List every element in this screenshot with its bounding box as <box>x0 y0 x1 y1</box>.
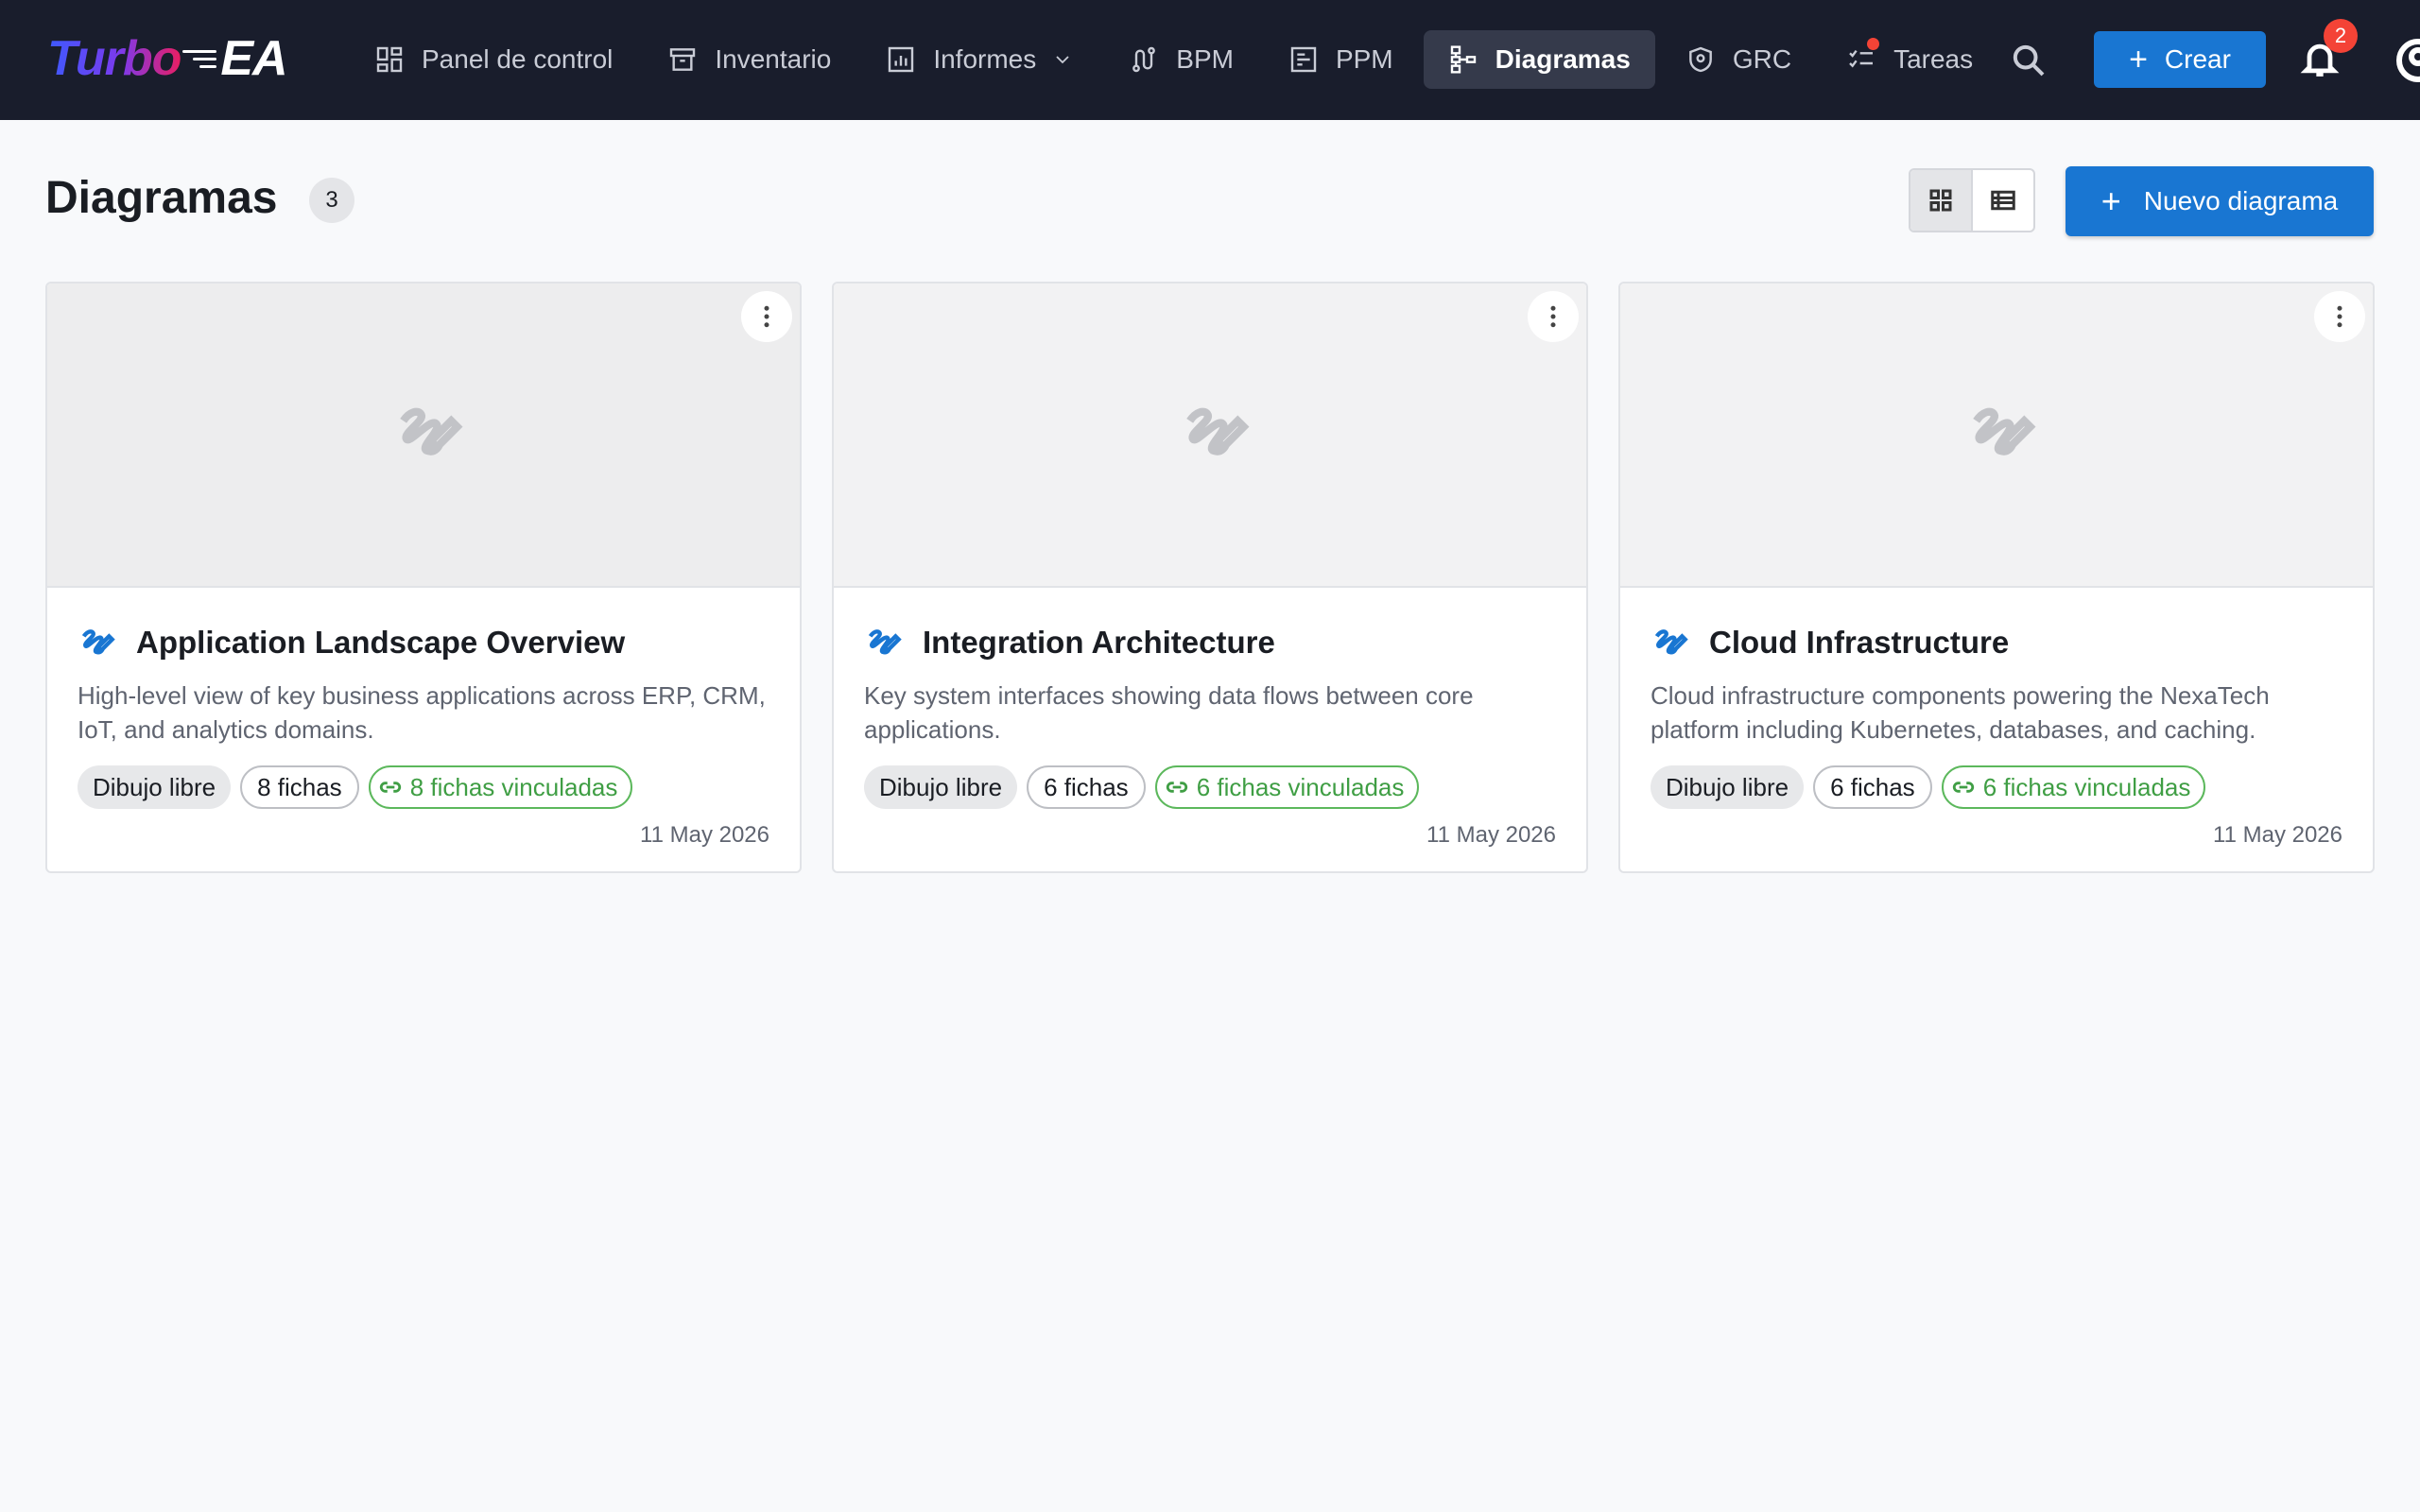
cards-count-chip: 6 fichas <box>1813 765 1932 809</box>
diagram-type-chip: Dibujo libre <box>864 765 1018 809</box>
notification-dot <box>1867 38 1880 50</box>
linked-cards-label: 6 fichas vinculadas <box>1982 772 2191 801</box>
top-navigation-bar: Turbo EA Panel de control Inventario Inf… <box>0 0 2420 120</box>
linked-cards-label: 6 fichas vinculadas <box>1196 772 1405 801</box>
view-mode-toggle <box>1909 168 2035 232</box>
linked-cards-chip: 6 fichas vinculadas <box>1941 765 2206 809</box>
linked-cards-chip: 6 fichas vinculadas <box>1154 765 1420 809</box>
diagram-thumbnail[interactable] <box>1620 284 2373 588</box>
more-vertical-icon <box>2337 305 2342 328</box>
cards-count-chip: 6 fichas <box>1027 765 1146 809</box>
account-icon <box>2396 39 2420 82</box>
diagram-title[interactable]: Cloud Infrastructure <box>1709 625 2009 661</box>
list-view-icon <box>1991 190 2015 211</box>
more-vertical-icon <box>764 305 769 328</box>
diagram-card[interactable]: Cloud Infrastructure Cloud infrastructur… <box>1618 282 2375 873</box>
draw-icon <box>1964 397 2036 469</box>
nav-label: Diagramas <box>1495 44 1631 74</box>
main-nav: Panel de control Inventario Informes BPM… <box>350 30 2003 89</box>
notification-count-badge: 2 <box>2324 19 2358 53</box>
project-icon <box>1290 46 1317 73</box>
schema-icon <box>1450 45 1476 74</box>
nav-label: PPM <box>1335 44 1393 74</box>
nav-item-ppm[interactable]: PPM <box>1264 30 1418 89</box>
report-icon <box>889 46 914 73</box>
logo-text-ea: EA <box>220 31 287 86</box>
diagram-title[interactable]: Integration Architecture <box>923 625 1275 661</box>
nav-item-grc[interactable]: GRC <box>1661 30 1816 89</box>
draw-icon <box>1178 397 1250 469</box>
nuevo-diagrama-label: Nuevo diagrama <box>2143 186 2339 215</box>
card-more-options-button[interactable] <box>1528 291 1579 342</box>
linked-cards-chip: 8 fichas vinculadas <box>368 765 633 809</box>
nuevo-diagrama-button[interactable]: + Nuevo diagrama <box>2066 166 2374 236</box>
draw-icon <box>81 629 115 655</box>
nav-item-bpm[interactable]: BPM <box>1104 30 1258 89</box>
route-icon <box>1132 46 1156 73</box>
notifications-button[interactable]: 2 <box>2299 19 2358 79</box>
diagram-thumbnail[interactable] <box>834 284 1586 588</box>
dashboard-icon <box>376 46 403 73</box>
diagram-title[interactable]: Application Landscape Overview <box>136 625 625 661</box>
grid-view-icon <box>1929 189 1952 212</box>
diagram-description: Key system interfaces showing data flows… <box>864 681 1474 744</box>
nav-label: Tareas <box>1893 44 1974 74</box>
diagram-description: Cloud infrastructure components powering… <box>1651 681 2270 744</box>
nav-label: Informes <box>933 44 1037 74</box>
grid-view-button[interactable] <box>1910 170 1973 231</box>
chevron-down-icon <box>1056 56 1069 64</box>
diagram-card[interactable]: Application Landscape Overview High-leve… <box>45 282 802 873</box>
nav-item-diagramas[interactable]: Diagramas <box>1423 30 1655 89</box>
diagram-count-badge: 3 <box>309 178 354 223</box>
link-icon <box>379 782 401 793</box>
card-more-options-button[interactable] <box>2314 291 2365 342</box>
link-icon <box>1952 782 1974 793</box>
diagram-date: 11 May 2026 <box>2213 822 2342 848</box>
link-icon <box>1166 782 1187 793</box>
archive-icon <box>670 48 696 71</box>
nav-item-panel-de-control[interactable]: Panel de control <box>350 30 637 89</box>
search-icon <box>2013 44 2045 77</box>
diagram-date: 11 May 2026 <box>640 822 769 848</box>
shield-icon <box>1688 46 1712 73</box>
diagram-card[interactable]: Integration Architecture Key system inte… <box>832 282 1588 873</box>
search-button[interactable] <box>2010 42 2048 79</box>
draw-icon <box>868 629 902 655</box>
linked-cards-label: 8 fichas vinculadas <box>409 772 618 801</box>
draw-icon <box>391 397 463 469</box>
cards-count-chip: 8 fichas <box>240 765 359 809</box>
logo-speed-lines <box>182 45 217 73</box>
diagram-type-chip: Dibujo libre <box>78 765 232 809</box>
crear-button[interactable]: + Crear <box>2094 31 2266 88</box>
user-avatar-button[interactable] <box>2395 38 2420 83</box>
diagram-date: 11 May 2026 <box>1426 822 1556 848</box>
plus-icon: + <box>2129 42 2148 77</box>
diagram-type-chip: Dibujo libre <box>1651 765 1805 809</box>
nav-label: GRC <box>1732 44 1792 74</box>
draw-icon <box>1654 629 1688 655</box>
nav-label: Panel de control <box>422 44 614 74</box>
plus-icon: + <box>2100 181 2121 220</box>
nav-item-inventario[interactable]: Inventario <box>643 30 856 89</box>
turbo-ea-logo[interactable]: Turbo EA <box>47 28 288 89</box>
list-view-button[interactable] <box>1973 170 2033 231</box>
card-more-options-button[interactable] <box>741 291 792 342</box>
nav-item-informes[interactable]: Informes <box>861 30 1098 89</box>
nav-item-tareas[interactable]: Tareas <box>1822 30 1997 89</box>
diagram-description: High-level view of key business applicat… <box>78 681 766 744</box>
nav-label: BPM <box>1176 44 1234 74</box>
page-title: Diagramas <box>45 173 278 223</box>
nav-label: Inventario <box>715 44 832 74</box>
more-vertical-icon <box>1550 305 1556 328</box>
logo-text-turbo: Turbo <box>47 31 182 86</box>
diagram-thumbnail[interactable] <box>47 284 800 588</box>
crear-label: Crear <box>2164 44 2231 74</box>
